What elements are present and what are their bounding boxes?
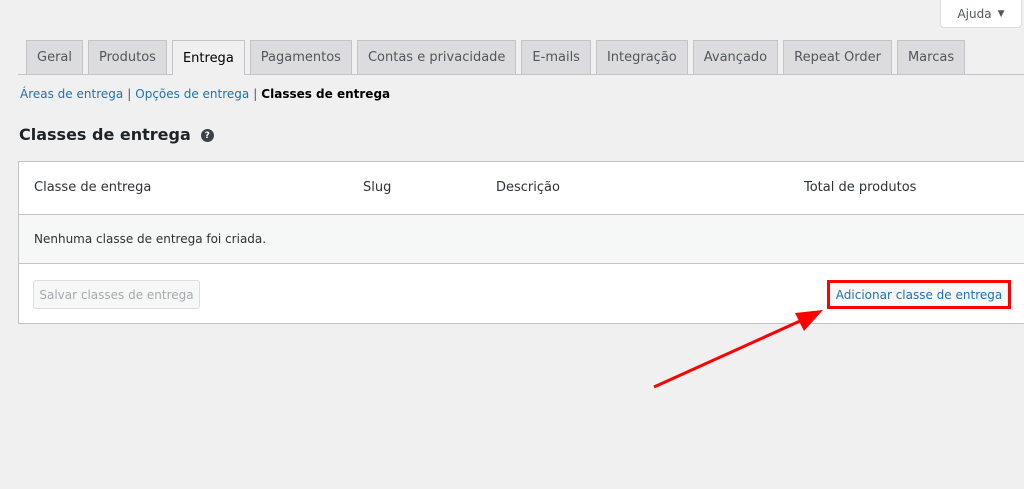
separator: | bbox=[127, 87, 132, 101]
subsection-nav: Áreas de entrega | Opções de entrega | C… bbox=[20, 87, 390, 101]
help-label: Ajuda bbox=[957, 6, 992, 21]
page-title-text: Classes de entrega bbox=[19, 125, 191, 144]
tab-repeat-order[interactable]: Repeat Order bbox=[783, 40, 892, 74]
link-areas-de-entrega[interactable]: Áreas de entrega bbox=[20, 87, 123, 101]
tab-geral[interactable]: Geral bbox=[26, 40, 83, 74]
save-classes-button[interactable]: Salvar classes de entrega bbox=[33, 280, 200, 309]
tab-contas-privacidade[interactable]: Contas e privacidade bbox=[356, 40, 517, 74]
arrow-line bbox=[653, 319, 801, 389]
tab-integracao[interactable]: Integração bbox=[595, 40, 688, 74]
help-question-icon[interactable]: ? bbox=[200, 129, 214, 142]
help-tab-button[interactable]: Ajuda ▼ bbox=[940, 0, 1022, 28]
page-title: Classes de entrega ? bbox=[19, 125, 214, 144]
separator: | bbox=[253, 87, 258, 101]
tab-emails[interactable]: E-mails bbox=[521, 40, 591, 74]
link-opcoes-de-entrega[interactable]: Opções de entrega bbox=[135, 87, 249, 101]
empty-message-row: Nenhuma classe de entrega foi criada. bbox=[19, 215, 1024, 264]
table-footer: Salvar classes de entrega Adicionar clas… bbox=[19, 264, 1024, 323]
tab-produtos[interactable]: Produtos bbox=[88, 40, 167, 74]
settings-tabs: Geral Produtos Entrega Pagamentos Contas… bbox=[26, 40, 1024, 75]
tab-marcas[interactable]: Marcas bbox=[896, 40, 966, 74]
chevron-down-icon: ▼ bbox=[997, 8, 1005, 19]
table-header: Classe de entrega Slug Descrição Total d… bbox=[19, 162, 1024, 215]
col-total-produtos: Total de produtos bbox=[804, 180, 917, 195]
tab-pagamentos[interactable]: Pagamentos bbox=[249, 40, 352, 74]
current-section-classes: Classes de entrega bbox=[261, 87, 391, 101]
col-descricao: Descrição bbox=[496, 180, 560, 195]
shipping-classes-table: Classe de entrega Slug Descrição Total d… bbox=[18, 161, 1024, 324]
tab-entrega[interactable]: Entrega bbox=[171, 40, 245, 75]
add-shipping-class-button[interactable]: Adicionar classe de entrega bbox=[827, 280, 1011, 309]
tab-avancado[interactable]: Avançado bbox=[692, 40, 779, 74]
col-slug: Slug bbox=[363, 180, 392, 195]
col-classe: Classe de entrega bbox=[34, 180, 152, 195]
